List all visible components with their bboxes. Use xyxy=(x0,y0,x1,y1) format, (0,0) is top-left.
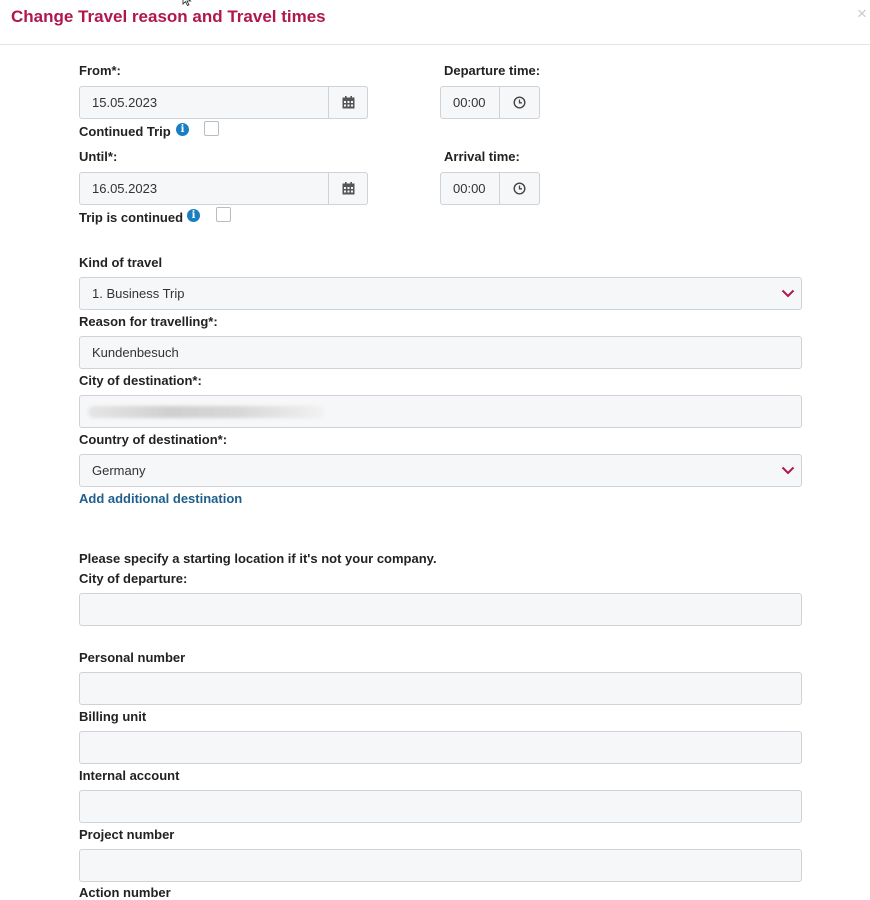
city-destination-input[interactable] xyxy=(79,395,802,428)
country-destination-label: Country of destination*: xyxy=(79,432,228,447)
chevron-down-icon xyxy=(781,466,795,475)
internal-account-label: Internal account xyxy=(79,768,180,783)
personal-number-label: Personal number xyxy=(79,650,186,665)
city-departure-input[interactable] xyxy=(79,593,802,626)
personal-number-input[interactable] xyxy=(79,672,802,705)
until-label: Until*: xyxy=(79,149,118,164)
clock-icon xyxy=(513,96,526,109)
calendar-icon xyxy=(342,182,354,195)
info-icon[interactable]: i xyxy=(187,209,200,222)
mouse-cursor-icon xyxy=(182,0,192,6)
billing-unit-input[interactable] xyxy=(79,731,802,764)
billing-unit-label: Billing unit xyxy=(79,709,147,724)
from-date-input[interactable]: 15.05.2023 xyxy=(79,86,368,119)
internal-account-input[interactable] xyxy=(79,790,802,823)
arrival-time-label: Arrival time: xyxy=(444,149,520,164)
redacted-value xyxy=(88,406,324,418)
reason-input[interactable]: Kundenbesuch xyxy=(79,336,802,369)
project-number-input[interactable] xyxy=(79,849,802,882)
clock-icon xyxy=(513,182,526,195)
until-date-value: 16.05.2023 xyxy=(92,181,158,196)
kind-of-travel-label: Kind of travel xyxy=(79,255,163,270)
country-destination-value: Germany xyxy=(92,463,146,478)
continued-trip-checkbox[interactable] xyxy=(204,121,219,136)
departure-time-value: 00:00 xyxy=(453,95,486,110)
kind-of-travel-select[interactable]: 1. Business Trip xyxy=(79,277,802,310)
until-date-input[interactable]: 16.05.2023 xyxy=(79,172,368,205)
trip-is-continued-label: Trip is continued xyxy=(79,210,184,225)
until-calendar-button[interactable] xyxy=(328,172,368,205)
arrival-time-value: 00:00 xyxy=(453,181,486,196)
departure-time-label: Departure time: xyxy=(444,63,541,78)
close-icon[interactable]: × xyxy=(857,4,867,24)
starting-location-hint: Please specify a starting location if it… xyxy=(79,551,437,566)
reason-label: Reason for travelling*: xyxy=(79,314,218,329)
chevron-down-icon xyxy=(781,289,795,298)
from-calendar-button[interactable] xyxy=(328,86,368,119)
calendar-icon xyxy=(342,96,354,109)
kind-of-travel-value: 1. Business Trip xyxy=(92,286,185,301)
dialog-title: Change Travel reason and Travel times xyxy=(11,7,326,26)
continued-trip-label: Continued Trip xyxy=(79,124,171,139)
dialog-header: Change Travel reason and Travel times × xyxy=(0,0,870,45)
arrival-time-input[interactable]: 00:00 xyxy=(440,172,540,205)
add-destination-link[interactable]: Add additional destination xyxy=(79,491,242,506)
arrival-time-button[interactable] xyxy=(499,172,540,205)
departure-time-button[interactable] xyxy=(499,86,540,119)
reason-value: Kundenbesuch xyxy=(92,345,179,360)
trip-is-continued-checkbox[interactable] xyxy=(216,207,231,222)
city-departure-label: City of departure: xyxy=(79,571,188,586)
departure-time-input[interactable]: 00:00 xyxy=(440,86,540,119)
from-label: From*: xyxy=(79,63,121,78)
info-icon[interactable]: i xyxy=(176,123,189,136)
city-destination-label: City of destination*: xyxy=(79,373,202,388)
from-date-value: 15.05.2023 xyxy=(92,95,158,110)
country-destination-select[interactable]: Germany xyxy=(79,454,802,487)
project-number-label: Project number xyxy=(79,827,175,842)
